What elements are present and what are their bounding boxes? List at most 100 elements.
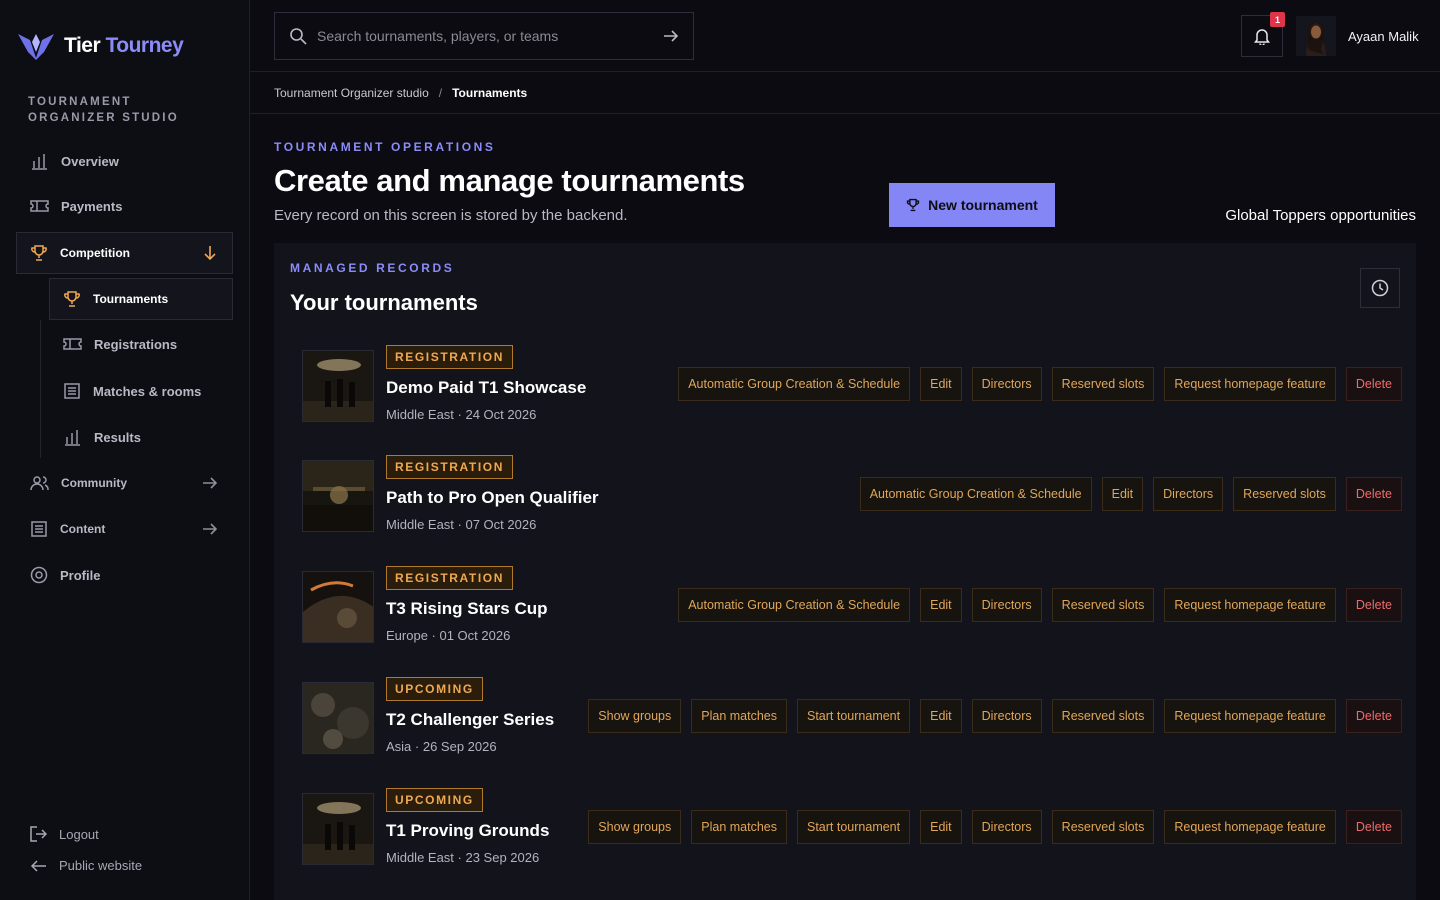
breadcrumb-parent[interactable]: Tournament Organizer studio [274,86,429,100]
tournament-actions: Automatic Group Creation & Schedule Edit D… [678,588,1402,622]
sidebar-item-overview[interactable]: Overview [30,152,119,170]
delete-button[interactable]: Delete [1345,367,1402,401]
status-badge: REGISTRATION [386,455,513,479]
tournament-actions: Automatic Group Creation & Schedule Edit D… [859,477,1402,511]
sidebar: Tier Tourney TOURNAMENT ORGANIZER STUDIO… [0,0,250,900]
sidebar-subitem-registrations[interactable]: Registrations [63,336,177,352]
sidebar-subitem-tournaments-content[interactable]: Tournaments [63,290,168,308]
reserved-slots-button[interactable]: Reserved slots [1233,477,1336,511]
automatic-group-creation-and-schedule-button[interactable]: Automatic Group Creation & Schedule [678,588,911,622]
request-homepage-feature-button[interactable]: Request homepage feature [1164,367,1336,401]
tournament-name[interactable]: Path to Pro Open Qualifier [386,488,599,508]
reserved-slots-button[interactable]: Reserved slots [1051,367,1155,401]
request-homepage-feature-button[interactable]: Request homepage feature [1164,699,1336,733]
reserved-slots-button[interactable]: Reserved slots [1051,699,1155,733]
logout-link[interactable]: Logout [30,826,99,842]
ticket-icon [30,200,49,212]
tournament-thumbnail[interactable] [302,793,374,865]
automatic-group-creation-and-schedule-button[interactable]: Automatic Group Creation & Schedule [678,367,911,401]
sidebar-item-content[interactable]: Content [30,520,105,538]
arrow-left-icon [30,859,46,872]
edit-button[interactable]: Edit [920,810,962,844]
edit-button[interactable]: Edit [1101,477,1144,511]
sidebar-subitem-label: Results [94,429,141,445]
tournament-thumbnail[interactable] [302,571,374,643]
directors-button[interactable]: Directors [971,367,1042,401]
ticket-icon [63,338,82,350]
arrow-right-icon[interactable] [663,29,679,43]
directors-button[interactable]: Directors [971,810,1042,844]
directors-button[interactable]: Directors [1153,477,1224,511]
directors-button[interactable]: Directors [971,699,1042,733]
tournament-row: REGISTRATION Path to Pro Open Qualifier Mi… [302,455,1402,545]
list-icon [64,383,80,399]
tournament-meta: Middle East · 24 Oct 2026 [386,407,537,422]
delete-button[interactable]: Delete [1345,477,1402,511]
directors-button[interactable]: Directors [971,588,1042,622]
tournament-thumbnail[interactable] [302,350,374,422]
sidebar-item-profile[interactable]: Profile [30,566,100,584]
submenu-guide-line [40,320,41,458]
logo-icon [18,34,54,60]
sidebar-item-label: Profile [60,567,101,583]
reserved-slots-button[interactable]: Reserved slots [1051,810,1155,844]
bar-chart-icon [65,430,80,446]
tournaments-panel: MANAGED RECORDS Your tournaments REGISTR… [274,243,1416,900]
show-groups-button[interactable]: Show groups [588,810,682,844]
sidebar-item-label: Overview [61,153,119,169]
sidebar-item-community[interactable]: Community [30,474,127,492]
request-homepage-feature-button[interactable]: Request homepage feature [1164,810,1336,844]
sidebar-item-competition-content[interactable]: Competition [30,244,130,262]
sidebar-subitem-matches[interactable]: Matches & rooms [63,382,201,400]
brand-logo[interactable]: Tier Tourney [16,30,184,62]
tournament-meta: Asia · 26 Sep 2026 [386,739,497,754]
delete-button[interactable]: Delete [1345,810,1402,844]
plan-matches-button[interactable]: Plan matches [691,699,787,733]
tournament-name[interactable]: Demo Paid T1 Showcase [386,378,586,398]
delete-button[interactable]: Delete [1345,588,1402,622]
tournament-meta: Europe · 01 Oct 2026 [386,628,511,643]
logout-icon [30,826,47,842]
edit-button[interactable]: Edit [920,367,962,401]
tournament-thumbnail[interactable] [302,460,374,532]
breadcrumb-separator: / [438,85,443,100]
tournament-thumbnail[interactable] [302,682,374,754]
list-icon [31,521,47,537]
search-icon [290,28,307,45]
sidebar-item-payments[interactable]: Payments [30,198,122,214]
tournament-name[interactable]: T3 Rising Stars Cup [386,599,548,619]
tournament-row: REGISTRATION Demo Paid T1 Showcase Middle … [302,345,1402,435]
tournament-name[interactable]: T2 Challenger Series [386,710,554,730]
edit-button[interactable]: Edit [920,588,962,622]
arrow-down-icon[interactable] [203,245,217,261]
user-name[interactable]: Ayaan Malik [1348,29,1419,44]
trophy-icon [64,291,80,307]
plan-matches-button[interactable]: Plan matches [691,810,787,844]
sidebar-subitem-label: Tournaments [93,292,169,306]
start-tournament-button[interactable]: Start tournament [797,810,911,844]
automatic-group-creation-and-schedule-button[interactable]: Automatic Group Creation & Schedule [859,477,1092,511]
tournament-row: REGISTRATION T3 Rising Stars Cup Europe · … [302,566,1402,656]
arrow-right-icon[interactable] [202,522,218,536]
avatar[interactable] [1296,16,1336,56]
edit-button[interactable]: Edit [920,699,962,733]
sidebar-item-label: Payments [61,198,123,214]
tournament-row: UPCOMING T2 Challenger Series Asia · 26 Se… [302,677,1402,767]
reserved-slots-button[interactable]: Reserved slots [1051,588,1155,622]
search-input[interactable] [317,28,653,44]
show-groups-button[interactable]: Show groups [588,699,682,733]
search-box[interactable] [274,12,694,60]
request-homepage-feature-button[interactable]: Request homepage feature [1164,588,1336,622]
sidebar-subitem-results[interactable]: Results [63,428,141,446]
clock-icon [1371,279,1389,297]
delete-button[interactable]: Delete [1345,699,1402,733]
public-website-link[interactable]: Public website [30,858,142,873]
start-tournament-button[interactable]: Start tournament [797,699,911,733]
tournament-name[interactable]: T1 Proving Grounds [386,821,549,841]
new-tournament-button[interactable]: New tournament [889,183,1055,227]
public-website-label: Public website [59,858,143,873]
history-button[interactable] [1360,268,1400,308]
bar-chart-icon [32,154,47,170]
arrow-right-icon[interactable] [202,476,218,490]
global-toppers-link[interactable]: Global Toppers opportunities [1225,207,1416,224]
